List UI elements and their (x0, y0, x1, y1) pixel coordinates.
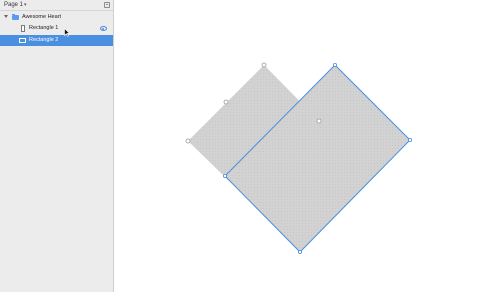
rectangle-icon (19, 38, 26, 43)
rectangle-2-handle-right[interactable] (407, 137, 412, 142)
design-canvas[interactable] (115, 0, 480, 292)
rectangle-1-handle-top[interactable] (261, 62, 267, 68)
canvas-artwork (185, 62, 412, 254)
layer-group-awesome-heart[interactable]: Awesome Heart (0, 12, 113, 23)
add-page-icon[interactable] (104, 2, 110, 8)
mouse-cursor-icon (64, 28, 70, 37)
sketch-window: Page 1▾ Awesome Heart Rectangle 1 Rectan… (0, 0, 480, 292)
chevron-down-icon: ▾ (24, 2, 27, 8)
layer-item-rectangle-1[interactable]: Rectangle 1 (0, 23, 113, 34)
layer-item-label: Rectangle 2 (29, 37, 59, 43)
rectangle-2-handle-left[interactable] (223, 173, 228, 178)
layer-item-rectangle-2[interactable]: Rectangle 2 (0, 35, 113, 46)
layer-item-label: Rectangle 1 (29, 25, 59, 31)
rectangle-1-handle-left-mid[interactable] (223, 99, 229, 105)
rectangle-2-handle-top[interactable] (332, 63, 337, 68)
rectangle-1-handle-left[interactable] (185, 138, 191, 144)
rectangle-2-center-handle[interactable] (316, 118, 322, 124)
layer-group-label: Awesome Heart (22, 14, 62, 20)
page-header: Page 1▾ (0, 0, 113, 11)
page-selector-label: Page 1 (4, 2, 24, 8)
rectangle-icon (21, 25, 25, 32)
eye-icon[interactable] (100, 26, 107, 31)
rectangle-2-handle-bottom[interactable] (297, 249, 302, 254)
layers-sidebar: Page 1▾ Awesome Heart Rectangle 1 Rectan… (0, 0, 114, 292)
page-selector[interactable]: Page 1▾ (4, 1, 27, 9)
disclosure-triangle-icon[interactable] (4, 15, 8, 18)
folder-icon (12, 14, 19, 20)
